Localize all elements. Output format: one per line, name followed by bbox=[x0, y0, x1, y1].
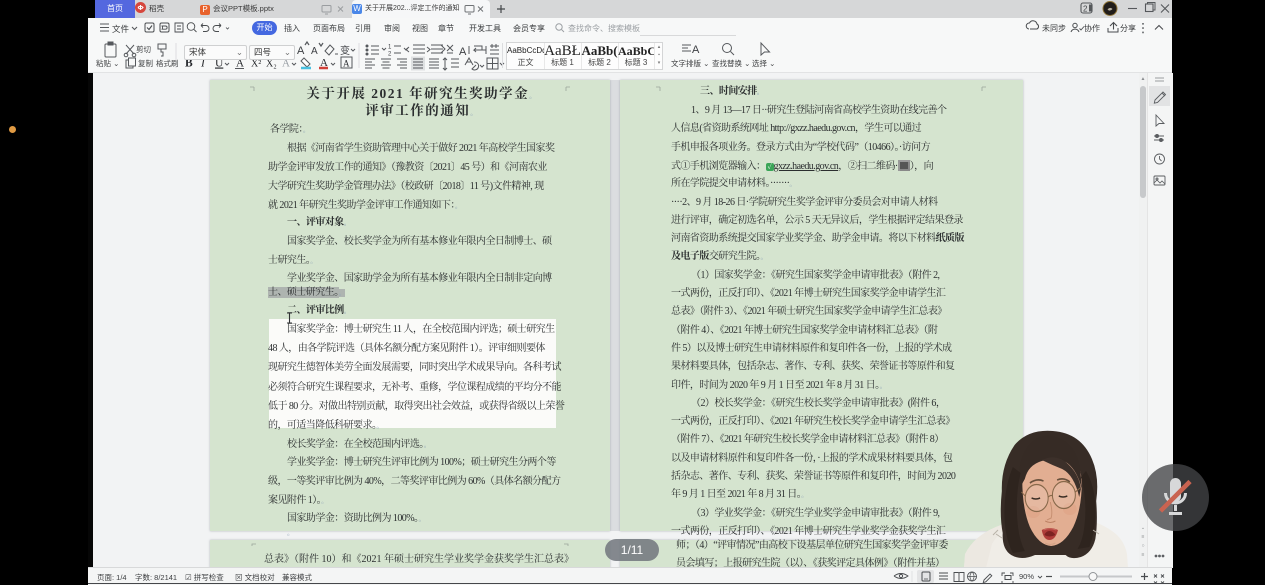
svg-text:A: A bbox=[692, 44, 700, 56]
svg-text:A: A bbox=[311, 46, 318, 57]
svg-text:X²: X² bbox=[251, 59, 261, 70]
svg-text:2: 2 bbox=[388, 52, 392, 58]
svg-text:1: 1 bbox=[388, 45, 392, 51]
svg-text:变: 变 bbox=[340, 44, 350, 57]
svg-text:X₂: X₂ bbox=[266, 59, 277, 70]
svg-text:2: 2 bbox=[1083, 5, 1088, 14]
svg-text:A: A bbox=[459, 46, 467, 58]
svg-text:A: A bbox=[343, 59, 350, 69]
svg-text:A: A bbox=[297, 45, 305, 57]
